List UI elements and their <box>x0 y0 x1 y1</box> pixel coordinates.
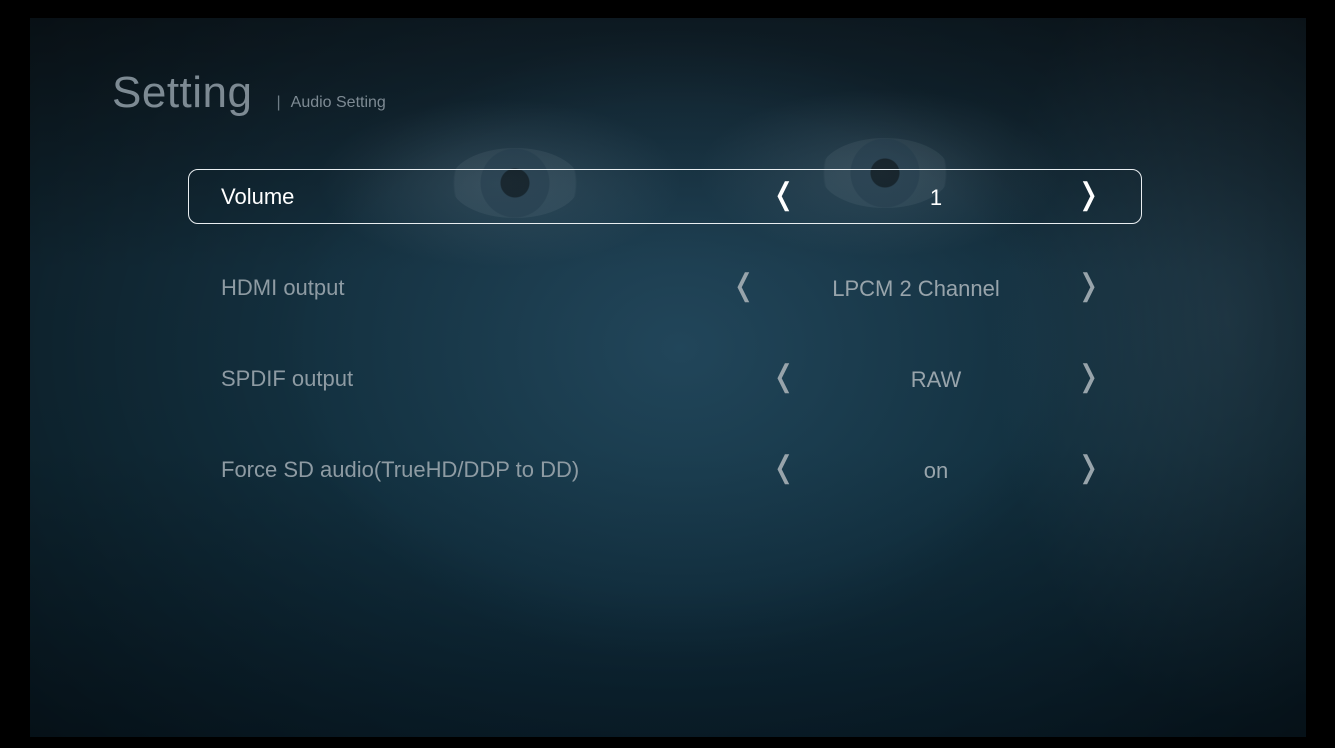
setting-label: SPDIF output <box>221 366 354 391</box>
chevron-right-icon[interactable]: ❭ <box>1076 362 1101 392</box>
setting-row-volume[interactable]: Volume ❬ 1 ❭ <box>188 169 1142 224</box>
chevron-left-icon[interactable]: ❬ <box>771 180 796 210</box>
setting-label: HDMI output <box>221 275 345 300</box>
chevron-right-icon[interactable]: ❭ <box>1076 453 1101 483</box>
page-subtitle: Audio Setting <box>290 94 386 111</box>
setting-label: Force SD audio(TrueHD/DDP to DD) <box>221 457 580 482</box>
settings-list: Volume ❬ 1 ❭ HDMI output ❬ LPCM 2 Channe… <box>188 169 1142 533</box>
setting-value: RAW <box>910 367 962 392</box>
setting-label: Volume <box>221 184 295 209</box>
value-selector: ❬ 1 ❭ <box>771 170 1101 225</box>
setting-row-hdmi-output[interactable]: HDMI output ❬ LPCM 2 Channel ❭ <box>188 260 1142 315</box>
setting-value: LPCM 2 Channel <box>832 276 1000 301</box>
value-selector: ❬ LPCM 2 Channel ❭ <box>731 261 1101 316</box>
page-title: Setting <box>112 68 253 117</box>
chevron-left-icon[interactable]: ❬ <box>771 453 796 483</box>
value-selector: ❬ on ❭ <box>771 443 1101 498</box>
chevron-right-icon[interactable]: ❭ <box>1076 271 1101 301</box>
value-selector: ❬ RAW ❭ <box>771 352 1101 407</box>
setting-value: 1 <box>929 185 943 210</box>
chevron-left-icon[interactable]: ❬ <box>731 271 756 301</box>
chevron-right-icon[interactable]: ❭ <box>1076 180 1101 210</box>
tv-screen: Setting | Audio Setting Volume ❬ 1 ❭ HDM… <box>30 18 1306 737</box>
header-separator: | <box>276 94 281 111</box>
chevron-left-icon[interactable]: ❬ <box>771 362 796 392</box>
setting-row-spdif-output[interactable]: SPDIF output ❬ RAW ❭ <box>188 351 1142 406</box>
setting-value: on <box>923 458 949 483</box>
setting-row-force-sd-audio[interactable]: Force SD audio(TrueHD/DDP to DD) ❬ on ❭ <box>188 442 1142 497</box>
page-header: Setting | Audio Setting <box>112 68 386 118</box>
